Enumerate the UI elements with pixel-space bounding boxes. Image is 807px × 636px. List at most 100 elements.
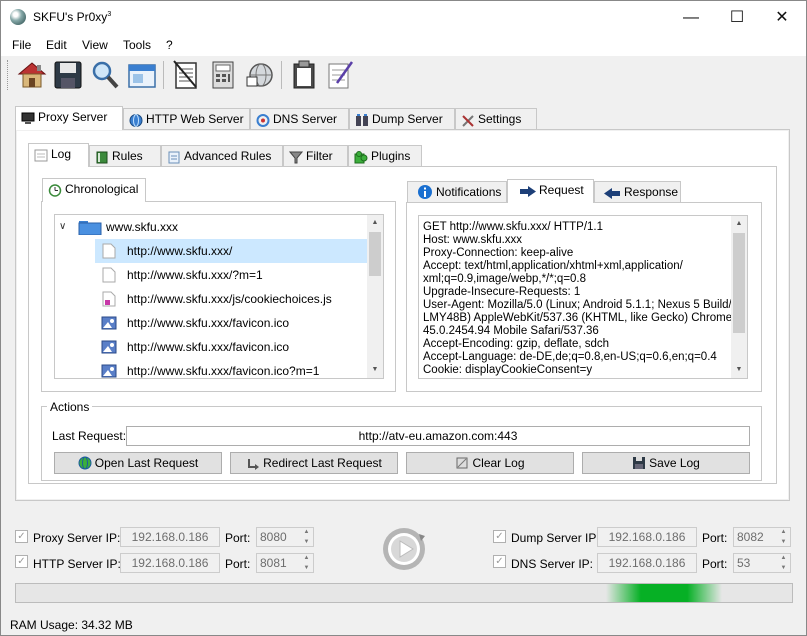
tab-dump-server[interactable]: Dump Server xyxy=(349,108,455,130)
proxy-port-stepper[interactable]: ▲ ▼ xyxy=(300,527,313,547)
image-icon xyxy=(101,315,117,331)
search-icon[interactable] xyxy=(89,59,121,91)
checklist-icon[interactable] xyxy=(324,59,356,91)
network-icon[interactable] xyxy=(244,59,276,91)
toolbar-separator xyxy=(163,61,164,89)
dump-port-stepper[interactable]: ▲ ▼ xyxy=(777,527,790,547)
request-line: GET http://www.skfu.xxx/ HTTP/1.1 xyxy=(423,221,604,233)
scroll-thumb[interactable] xyxy=(369,232,381,276)
request-tree[interactable]: ∨ www.skfu.xxx http://www.skfu.xxx/ http… xyxy=(54,214,384,379)
menu-tools[interactable]: Tools xyxy=(123,38,151,52)
tree-item[interactable]: http://www.skfu.xxx/?m=1 xyxy=(95,263,367,287)
scroll-up-icon[interactable]: ▲ xyxy=(731,216,747,232)
menu-view[interactable]: View xyxy=(82,38,108,52)
spin-up-icon[interactable]: ▲ xyxy=(300,553,313,563)
last-request-field[interactable]: http://atv-eu.amazon.com:443 xyxy=(126,426,750,446)
proxy-server-ip-field[interactable]: 192.168.0.186 xyxy=(120,527,220,547)
clipboard-icon[interactable] xyxy=(288,59,320,91)
tab-request[interactable]: Request xyxy=(507,179,594,203)
dns-port-stepper[interactable]: ▲ ▼ xyxy=(777,553,790,573)
book-icon xyxy=(95,150,109,164)
scroll-down-icon[interactable]: ▼ xyxy=(367,362,383,378)
globe-icon xyxy=(78,456,92,470)
spin-up-icon[interactable]: ▲ xyxy=(777,553,790,563)
tab-rules[interactable]: Rules xyxy=(89,145,161,167)
broom-icon xyxy=(455,456,469,470)
tree-item[interactable]: http://www.skfu.xxx/favicon.ico xyxy=(95,311,367,335)
clear-log-button[interactable]: Clear Log xyxy=(406,452,574,474)
chevron-down-icon[interactable]: ∨ xyxy=(59,215,66,239)
dns-icon xyxy=(256,113,270,127)
dump-server-ip-field[interactable]: 192.168.0.186 xyxy=(597,527,697,547)
tab-plugins[interactable]: Plugins xyxy=(348,145,422,167)
request-line: Upgrade-Insecure-Requests: 1 xyxy=(423,286,581,298)
tab-notifications[interactable]: Notifications xyxy=(407,181,507,203)
tree-item[interactable]: http://www.skfu.xxx/favicon.ico?m=1 xyxy=(95,359,367,378)
tree-item-label: http://www.skfu.xxx/?m=1 xyxy=(127,268,263,282)
dump-server-ip-label: Dump Server IP: xyxy=(511,531,600,545)
spin-down-icon[interactable]: ▼ xyxy=(300,563,313,573)
toolbar xyxy=(1,56,806,94)
menu-file[interactable]: File xyxy=(12,38,31,52)
menu-edit[interactable]: Edit xyxy=(46,38,67,52)
spin-up-icon[interactable]: ▲ xyxy=(300,527,313,537)
tab-log[interactable]: Log xyxy=(28,143,89,167)
close-button[interactable]: ✕ xyxy=(759,1,805,34)
arrow-right-icon xyxy=(519,184,537,197)
tree-item[interactable]: http://www.skfu.xxx/js/cookiechoices.js xyxy=(95,287,367,311)
tree-item-label: http://www.skfu.xxx/ xyxy=(127,244,233,258)
request-line: LMY48B) AppleWebKit/537.36 (KHTML, like … xyxy=(423,312,736,324)
blank-page-icon xyxy=(101,267,117,283)
tab-filter[interactable]: Filter xyxy=(283,145,348,167)
start-server-button[interactable] xyxy=(381,526,427,572)
proxy-server-ip-label: Proxy Server IP: xyxy=(33,531,121,545)
scroll-thumb[interactable] xyxy=(733,233,745,333)
http-server-checkbox[interactable]: ✓ xyxy=(15,555,28,568)
spin-down-icon[interactable]: ▼ xyxy=(777,537,790,547)
tree-scrollbar[interactable]: ▲ ▼ xyxy=(367,215,383,378)
scroll-up-icon[interactable]: ▲ xyxy=(367,215,383,231)
tab-dns-server[interactable]: DNS Server xyxy=(250,108,349,130)
open-last-request-button[interactable]: Open Last Request xyxy=(54,452,222,474)
redirect-last-request-button[interactable]: Redirect Last Request xyxy=(230,452,398,474)
log-icon xyxy=(34,148,48,162)
maximize-button[interactable]: ☐ xyxy=(714,1,760,34)
play-icon xyxy=(383,528,425,570)
request-text[interactable]: GET http://www.skfu.xxx/ HTTP/1.1 Host: … xyxy=(418,215,748,379)
tab-advanced-rules[interactable]: Advanced Rules xyxy=(161,145,283,167)
tree-item[interactable]: http://www.skfu.xxx/favicon.ico xyxy=(95,335,367,359)
proxy-server-checkbox[interactable]: ✓ xyxy=(15,530,28,543)
spin-up-icon[interactable]: ▲ xyxy=(777,527,790,537)
calculator-icon[interactable] xyxy=(207,59,239,91)
tree-root-row[interactable]: ∨ www.skfu.xxx xyxy=(55,215,383,239)
tab-settings[interactable]: Settings xyxy=(455,108,537,130)
minimize-button[interactable]: — xyxy=(668,1,714,34)
tab-response[interactable]: Response xyxy=(594,181,681,203)
notepad-icon[interactable] xyxy=(170,59,202,91)
tab-proxy-server[interactable]: Proxy Server xyxy=(15,106,123,130)
tab-http-web-server[interactable]: HTTP Web Server xyxy=(123,108,250,130)
menu-help[interactable]: ? xyxy=(166,38,173,52)
home-icon[interactable] xyxy=(16,59,48,91)
save-icon[interactable] xyxy=(52,59,84,91)
image-icon xyxy=(101,339,117,355)
http-port-stepper[interactable]: ▲ ▼ xyxy=(300,553,313,573)
request-line: Proxy-Connection: keep-alive xyxy=(423,247,574,259)
toolbar-grip[interactable] xyxy=(7,60,10,90)
window-title: SKFU's Pr0xy3 xyxy=(33,10,112,24)
spin-down-icon[interactable]: ▼ xyxy=(300,537,313,547)
scroll-down-icon[interactable]: ▼ xyxy=(731,362,747,378)
dns-server-checkbox[interactable]: ✓ xyxy=(493,555,506,568)
save-log-button[interactable]: Save Log xyxy=(582,452,750,474)
toolbar-separator xyxy=(281,61,282,89)
window-icon[interactable] xyxy=(126,59,158,91)
dump-server-checkbox[interactable]: ✓ xyxy=(493,530,506,543)
dns-server-ip-field[interactable]: 192.168.0.186 xyxy=(597,553,697,573)
request-line: Cookie: displayCookieConsent=y xyxy=(423,364,593,376)
tree-item[interactable]: http://www.skfu.xxx/ xyxy=(95,239,367,263)
request-line: xml;q=0.9,image/webp,*/*;q=0.8 xyxy=(423,273,587,285)
spin-down-icon[interactable]: ▼ xyxy=(777,563,790,573)
tab-chronological[interactable]: Chronological xyxy=(42,178,146,202)
request-scrollbar[interactable]: ▲ ▼ xyxy=(731,216,747,378)
http-server-ip-field[interactable]: 192.168.0.186 xyxy=(120,553,220,573)
